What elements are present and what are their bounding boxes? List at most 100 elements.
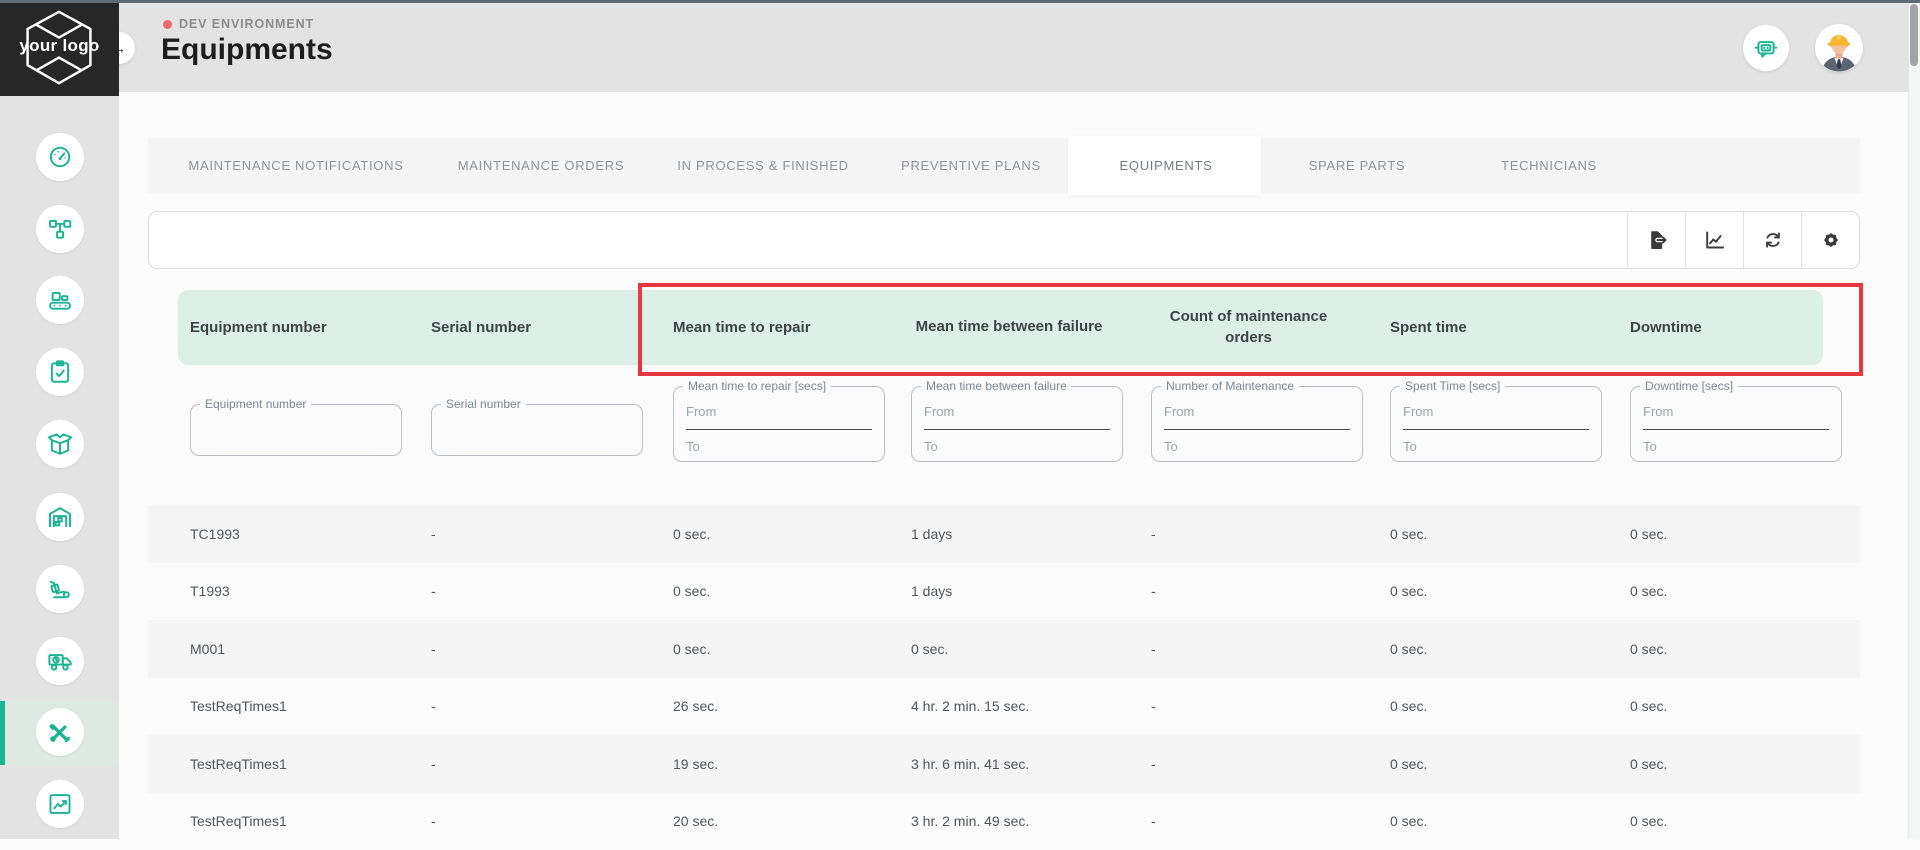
sidebar-item-dashboard[interactable] <box>36 133 84 181</box>
table-cell-col0: M001 <box>190 620 431 678</box>
table-cell-col6: 0 sec. <box>1630 678 1860 736</box>
table-cell-col4: - <box>1151 793 1390 850</box>
sidebar-item-structure[interactable] <box>36 205 84 253</box>
table-cell-col1: - <box>431 563 673 621</box>
downtime-from-input[interactable] <box>1643 394 1829 430</box>
chart-view-button[interactable] <box>1685 212 1743 268</box>
mtbf-to-input[interactable] <box>924 433 1110 460</box>
tab-in-process-finished[interactable]: IN PROCESS & FINISHED <box>677 138 848 193</box>
table-cell-col0: TestReqTimes1 <box>190 678 431 736</box>
sidebar-item-reports[interactable] <box>36 780 84 828</box>
chart-icon <box>1703 228 1727 252</box>
delivery-truck-icon <box>47 648 73 674</box>
sidebar-item-delivery[interactable] <box>36 637 84 685</box>
chatbot-icon <box>1753 35 1779 61</box>
gauge-dashboard-icon <box>47 144 73 170</box>
column-header-spent-time[interactable]: Spent time <box>1390 290 1630 365</box>
filter-downtime: Downtime [secs] <box>1630 386 1842 462</box>
filter-legend: Downtime [secs] <box>1640 379 1738 394</box>
table-cell-col2: 0 sec. <box>673 620 911 678</box>
column-header-serial-number[interactable]: Serial number <box>431 290 673 365</box>
equipments-table: Equipment number Serial number Mean time… <box>148 290 1860 839</box>
equipment-number-filter-input[interactable] <box>191 405 401 455</box>
user-avatar[interactable] <box>1815 24 1863 72</box>
table-cell-col5: 0 sec. <box>1390 735 1630 793</box>
filter-legend: Equipment number <box>200 397 311 412</box>
filter-legend: Mean time to repair [secs] <box>683 379 831 394</box>
column-header-mean-time-to-repair[interactable]: Mean time to repair <box>673 290 911 365</box>
mtbf-from-input[interactable] <box>924 394 1110 430</box>
environment-badge: DEV ENVIRONMENT <box>163 17 314 31</box>
refresh-icon <box>1761 228 1785 252</box>
sidebar-item-production-line[interactable] <box>36 276 84 324</box>
table-cell-col1: - <box>431 505 673 563</box>
scrollbar-thumb[interactable] <box>1910 4 1918 66</box>
table-header-row: Equipment number Serial number Mean time… <box>148 290 1860 365</box>
tab-preventive-plans[interactable]: PREVENTIVE PLANS <box>901 138 1041 193</box>
logo-text: your logo <box>0 36 119 56</box>
window-top-edge <box>0 0 1920 3</box>
mttr-to-input[interactable] <box>686 433 872 460</box>
column-header-count-of-maintenance-orders[interactable]: Count of maintenance orders <box>1151 290 1390 365</box>
chatbot-button[interactable] <box>1743 25 1789 71</box>
settings-gear-icon <box>1819 228 1843 252</box>
warehouse-icon <box>47 504 73 530</box>
table-cell-col2: 0 sec. <box>673 505 911 563</box>
table-filter-row: Equipment number Serial number Mean time… <box>148 386 1860 462</box>
hierarchy-icon <box>47 216 73 242</box>
env-label: DEV ENVIRONMENT <box>179 17 314 31</box>
column-header-equipment-number[interactable]: Equipment number <box>190 290 431 365</box>
column-header-mean-time-between-failure[interactable]: Mean time between failure <box>911 290 1151 365</box>
downtime-to-input[interactable] <box>1643 433 1829 460</box>
table-cell-col5: 0 sec. <box>1390 620 1630 678</box>
table-row[interactable]: M001 - 0 sec. 0 sec. - 0 sec. 0 sec. <box>148 620 1860 678</box>
sidebar-item-maintenance[interactable] <box>36 708 84 756</box>
spent-time-from-input[interactable] <box>1403 394 1589 430</box>
tab-maintenance-orders[interactable]: MAINTENANCE ORDERS <box>458 138 624 193</box>
table-row[interactable]: TestReqTimes1 - 26 sec. 4 hr. 2 min. 15 … <box>148 678 1860 736</box>
table-cell-col4: - <box>1151 735 1390 793</box>
tab-spare-parts[interactable]: SPARE PARTS <box>1309 138 1406 193</box>
pallet-truck-icon <box>47 576 73 602</box>
tab-technicians[interactable]: TECHNICIANS <box>1501 138 1597 193</box>
table-cell-col1: - <box>431 735 673 793</box>
table-cell-col3: 1 days <box>911 563 1151 621</box>
sidebar-item-warehouse[interactable] <box>36 493 84 541</box>
export-icon <box>1645 228 1669 252</box>
env-status-dot-icon <box>163 20 172 29</box>
quick-filter-area <box>149 212 1627 268</box>
settings-button[interactable] <box>1801 212 1859 268</box>
tab-maintenance-notifications[interactable]: MAINTENANCE NOTIFICATIONS <box>188 138 403 193</box>
table-row[interactable]: TC1993 - 0 sec. 1 days - 0 sec. 0 sec. <box>148 505 1860 563</box>
table-cell-col0: TC1993 <box>190 505 431 563</box>
line-chart-icon <box>47 791 73 817</box>
filter-mean-time-between-failure: Mean time between failure <box>911 386 1123 462</box>
sidebar-item-logistics[interactable] <box>36 565 84 613</box>
orders-count-from-input[interactable] <box>1164 394 1350 430</box>
quick-filter-input[interactable] <box>149 212 1627 268</box>
orders-count-to-input[interactable] <box>1164 433 1350 460</box>
table-cell-col1: - <box>431 620 673 678</box>
refresh-button[interactable] <box>1743 212 1801 268</box>
tab-bar: MAINTENANCE NOTIFICATIONS MAINTENANCE OR… <box>148 138 1860 193</box>
table-row[interactable]: TestReqTimes1 - 20 sec. 3 hr. 2 min. 49 … <box>148 793 1860 850</box>
tab-equipments[interactable]: EQUIPMENTS <box>1120 138 1213 193</box>
filter-spent-time: Spent Time [secs] <box>1390 386 1602 462</box>
column-header-downtime[interactable]: Downtime <box>1630 290 1860 365</box>
table-cell-col3: 0 sec. <box>911 620 1151 678</box>
export-button[interactable] <box>1627 212 1685 268</box>
table-row[interactable]: T1993 - 0 sec. 1 days - 0 sec. 0 sec. <box>148 563 1860 621</box>
serial-number-filter-input[interactable] <box>432 405 642 455</box>
page-scrollbar[interactable] <box>1908 0 1920 839</box>
table-row[interactable]: TestReqTimes1 - 19 sec. 3 hr. 6 min. 41 … <box>148 735 1860 793</box>
sidebar-item-packages[interactable] <box>36 420 84 468</box>
filter-mean-time-to-repair: Mean time to repair [secs] <box>673 386 885 462</box>
sidebar-item-tasks[interactable] <box>36 348 84 396</box>
table-cell-col2: 0 sec. <box>673 563 911 621</box>
filter-legend: Spent Time [secs] <box>1400 379 1505 394</box>
maintenance-tools-icon <box>47 719 73 745</box>
engineer-avatar-icon <box>1815 24 1863 72</box>
table-body: TC1993 - 0 sec. 1 days - 0 sec. 0 sec. T… <box>148 505 1860 850</box>
mttr-from-input[interactable] <box>686 394 872 430</box>
spent-time-to-input[interactable] <box>1403 433 1589 460</box>
